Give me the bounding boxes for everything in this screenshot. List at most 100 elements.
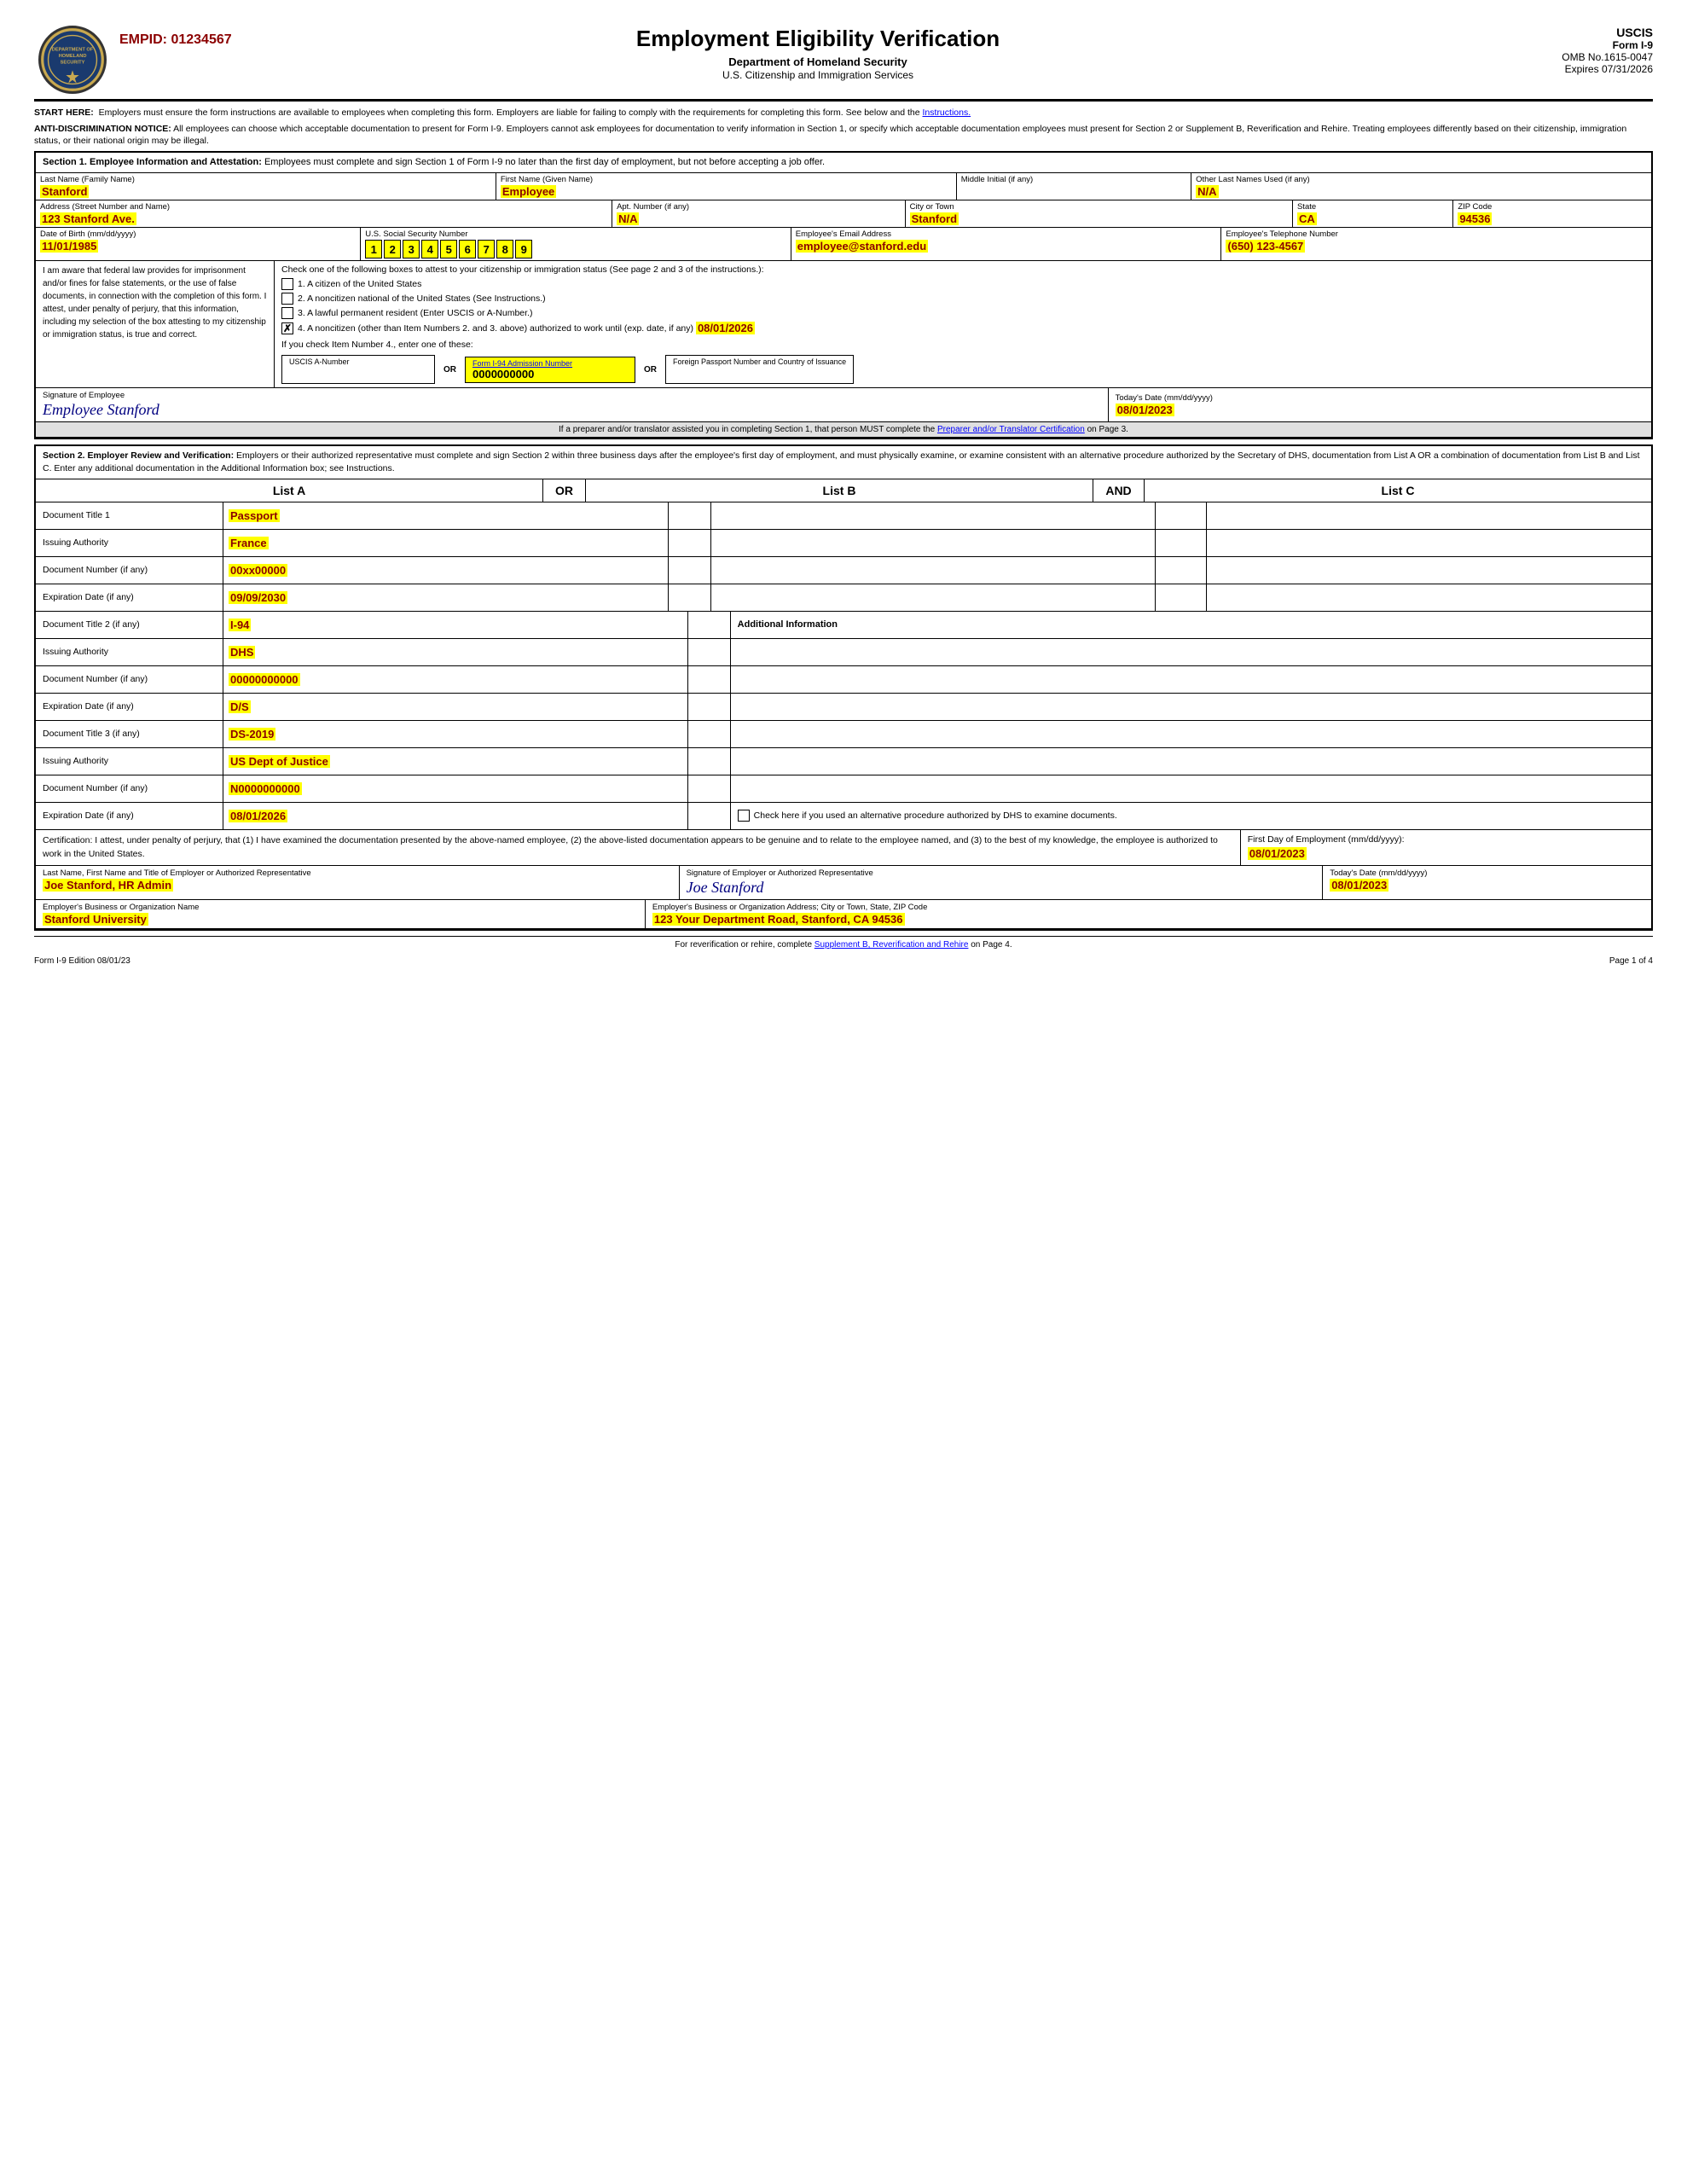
zip-value: 94536 <box>1458 212 1492 225</box>
address-row: Address (Street Number and Name) 123 Sta… <box>36 200 1651 228</box>
doc3-issuing-value: US Dept of Justice <box>229 755 330 768</box>
form-id: Form I-9 <box>1516 39 1653 51</box>
ssn-digit-7: 7 <box>478 240 495 258</box>
and-spacer3 <box>1156 557 1207 584</box>
form94-box: Form I-94 Admission Number 0000000000 <box>465 357 635 383</box>
checkbox-1[interactable] <box>281 278 293 290</box>
ssn-digit-3: 3 <box>403 240 420 258</box>
additional-info-area6 <box>731 775 1651 802</box>
uscis-a-box: USCIS A-Number <box>281 355 435 384</box>
listb-number1-cell <box>711 557 1157 584</box>
dob-label: Date of Birth (mm/dd/yyyy) <box>40 229 356 239</box>
doc3-number-label: Document Number (if any) <box>36 775 223 802</box>
doc2-number-value: 00000000000 <box>229 673 300 686</box>
phone-value: (650) 123-4567 <box>1226 240 1305 253</box>
middle-initial-cell: Middle Initial (if any) <box>957 173 1191 200</box>
middle-initial-value <box>961 185 1186 198</box>
date-cell: Today's Date (mm/dd/yyyy) 08/01/2023 <box>1109 391 1651 419</box>
doc3-title-label: Document Title 3 (if any) <box>36 721 223 747</box>
sig2-label: Signature of Employer or Authorized Repr… <box>687 868 1316 878</box>
org-address-cell: Employer's Business or Organization Addr… <box>646 900 1651 928</box>
form-edition: Form I-9 Edition 08/01/23 <box>34 956 130 966</box>
alt-proc-checkbox[interactable] <box>738 810 750 822</box>
city-label: City or Town <box>910 202 1288 212</box>
checkbox-3[interactable] <box>281 307 293 319</box>
section1-box: Section 1. Employee Information and Atte… <box>34 151 1653 439</box>
doc1-issuing-row: Issuing Authority France <box>36 530 1651 557</box>
other-names-cell: Other Last Names Used (if any) N/A <box>1191 173 1651 200</box>
first-name-label: First Name (Given Name) <box>501 175 952 184</box>
preparer-note: If a preparer and/or translator assisted… <box>36 422 1651 438</box>
date-label: Today's Date (mm/dd/yyyy) <box>1116 393 1644 403</box>
doc1-title-row: Document Title 1 Passport <box>36 502 1651 530</box>
apt-label: Apt. Number (if any) <box>617 202 901 212</box>
form94-value: 0000000000 <box>472 368 628 380</box>
other-names-label: Other Last Names Used (if any) <box>1196 175 1647 184</box>
checkbox-4[interactable] <box>281 322 293 334</box>
section2-title: Section 2. Employer Review and Verificat… <box>43 450 234 461</box>
section1-title: Section 1. Employee Information and Atte… <box>43 157 262 167</box>
instructions-link[interactable]: Instructions. <box>923 107 971 118</box>
doc3-expiry-label: Expiration Date (if any) <box>36 803 223 829</box>
preparer-link[interactable]: Preparer and/or Translator Certification <box>937 425 1085 434</box>
foreign-value <box>673 366 846 381</box>
ssn-digit-8: 8 <box>496 240 513 258</box>
address-label: Address (Street Number and Name) <box>40 202 607 212</box>
date-value: 08/01/2023 <box>1116 404 1174 416</box>
doc2-expiry-value: D/S <box>229 700 251 713</box>
date2-value: 08/01/2023 <box>1330 879 1388 892</box>
or-spacer9 <box>688 721 731 747</box>
address-value: 123 Stanford Ave. <box>40 212 136 225</box>
list-b-header: List B <box>586 479 1093 502</box>
employer-name-value: Joe Stanford, HR Admin <box>43 879 173 892</box>
middle-initial-label: Middle Initial (if any) <box>961 175 1186 184</box>
cert-row: Certification: I attest, under penalty o… <box>36 830 1651 867</box>
last-name-value: Stanford <box>40 185 89 198</box>
header: DEPARTMENT OF HOMELAND SECURITY EMPID: 0… <box>34 26 1653 102</box>
state-cell: State CA <box>1293 200 1453 227</box>
doc3-expiry-row: Expiration Date (if any) 08/01/2026 Chec… <box>36 803 1651 830</box>
additional-info-area5 <box>731 748 1651 775</box>
doc1-expiry-value: 09/09/2030 <box>229 591 287 604</box>
checkbox-2[interactable] <box>281 293 293 305</box>
listc-expiry1-cell <box>1207 584 1651 611</box>
doc2-expiry-label: Expiration Date (if any) <box>36 694 223 720</box>
doc2-expiry-value-cell: D/S <box>223 694 688 720</box>
org-name-label: Employer's Business or Organization Name <box>43 903 638 912</box>
doc1-title-value-cell: Passport <box>223 502 669 529</box>
dob-cell: Date of Birth (mm/dd/yyyy) 11/01/1985 <box>36 228 361 260</box>
foreign-passport-box: Foreign Passport Number and Country of I… <box>665 355 854 384</box>
dob-value: 11/01/1985 <box>40 240 98 253</box>
email-cell: Employee's Email Address employee@stanfo… <box>791 228 1222 260</box>
employer-name-cell: Last Name, First Name and Title of Emplo… <box>36 866 680 899</box>
ssn-digit-2: 2 <box>384 240 401 258</box>
or2-label: OR <box>644 365 657 375</box>
listc-number1-cell <box>1207 557 1651 584</box>
doc2-title-row: Document Title 2 (if any) I-94 Additiona… <box>36 612 1651 639</box>
list-header-row: List A OR List B AND List C <box>36 479 1651 502</box>
preparer-text: If a preparer and/or translator assisted… <box>559 425 937 434</box>
section2-title-text: Employers or their authorized representa… <box>43 450 1640 473</box>
doc3-expiry-value: 08/01/2026 <box>229 810 287 822</box>
if-check4-label: If you check Item Number 4., enter one o… <box>281 340 1644 350</box>
org-address-label: Employer's Business or Organization Addr… <box>652 903 1644 912</box>
attest-text: I am aware that federal law provides for… <box>43 266 266 340</box>
ssn-digit-9: 9 <box>515 240 532 258</box>
ssn-boxes: 1 2 3 4 5 6 7 8 9 <box>365 240 786 258</box>
page-footer: Form I-9 Edition 08/01/23 Page 1 of 4 <box>34 956 1653 966</box>
supplement-b-link[interactable]: Supplement B, Reverification and Rehire <box>815 940 969 950</box>
first-day-label: First Day of Employment (mm/dd/yyyy): <box>1248 834 1644 845</box>
checkbox-row-4: 4. A noncitizen (other than Item Numbers… <box>281 322 1644 334</box>
doc2-title-value: I-94 <box>229 619 251 631</box>
doc1-number-label: Document Number (if any) <box>36 557 223 584</box>
doc3-title-value: DS-2019 <box>229 728 275 741</box>
checkbox-row-2: 2. A noncitizen national of the United S… <box>281 293 1644 305</box>
listb-expiry1-cell <box>711 584 1157 611</box>
and-spacer4 <box>1156 584 1207 611</box>
cert-text: Certification: I attest, under penalty o… <box>43 835 1218 859</box>
or-spacer5 <box>688 612 731 638</box>
sig-label: Signature of Employee <box>43 391 1101 400</box>
employer-name-label: Last Name, First Name and Title of Emplo… <box>43 868 672 878</box>
ssn-label: U.S. Social Security Number <box>365 229 786 239</box>
doc1-issuing-value-cell: France <box>223 530 669 556</box>
